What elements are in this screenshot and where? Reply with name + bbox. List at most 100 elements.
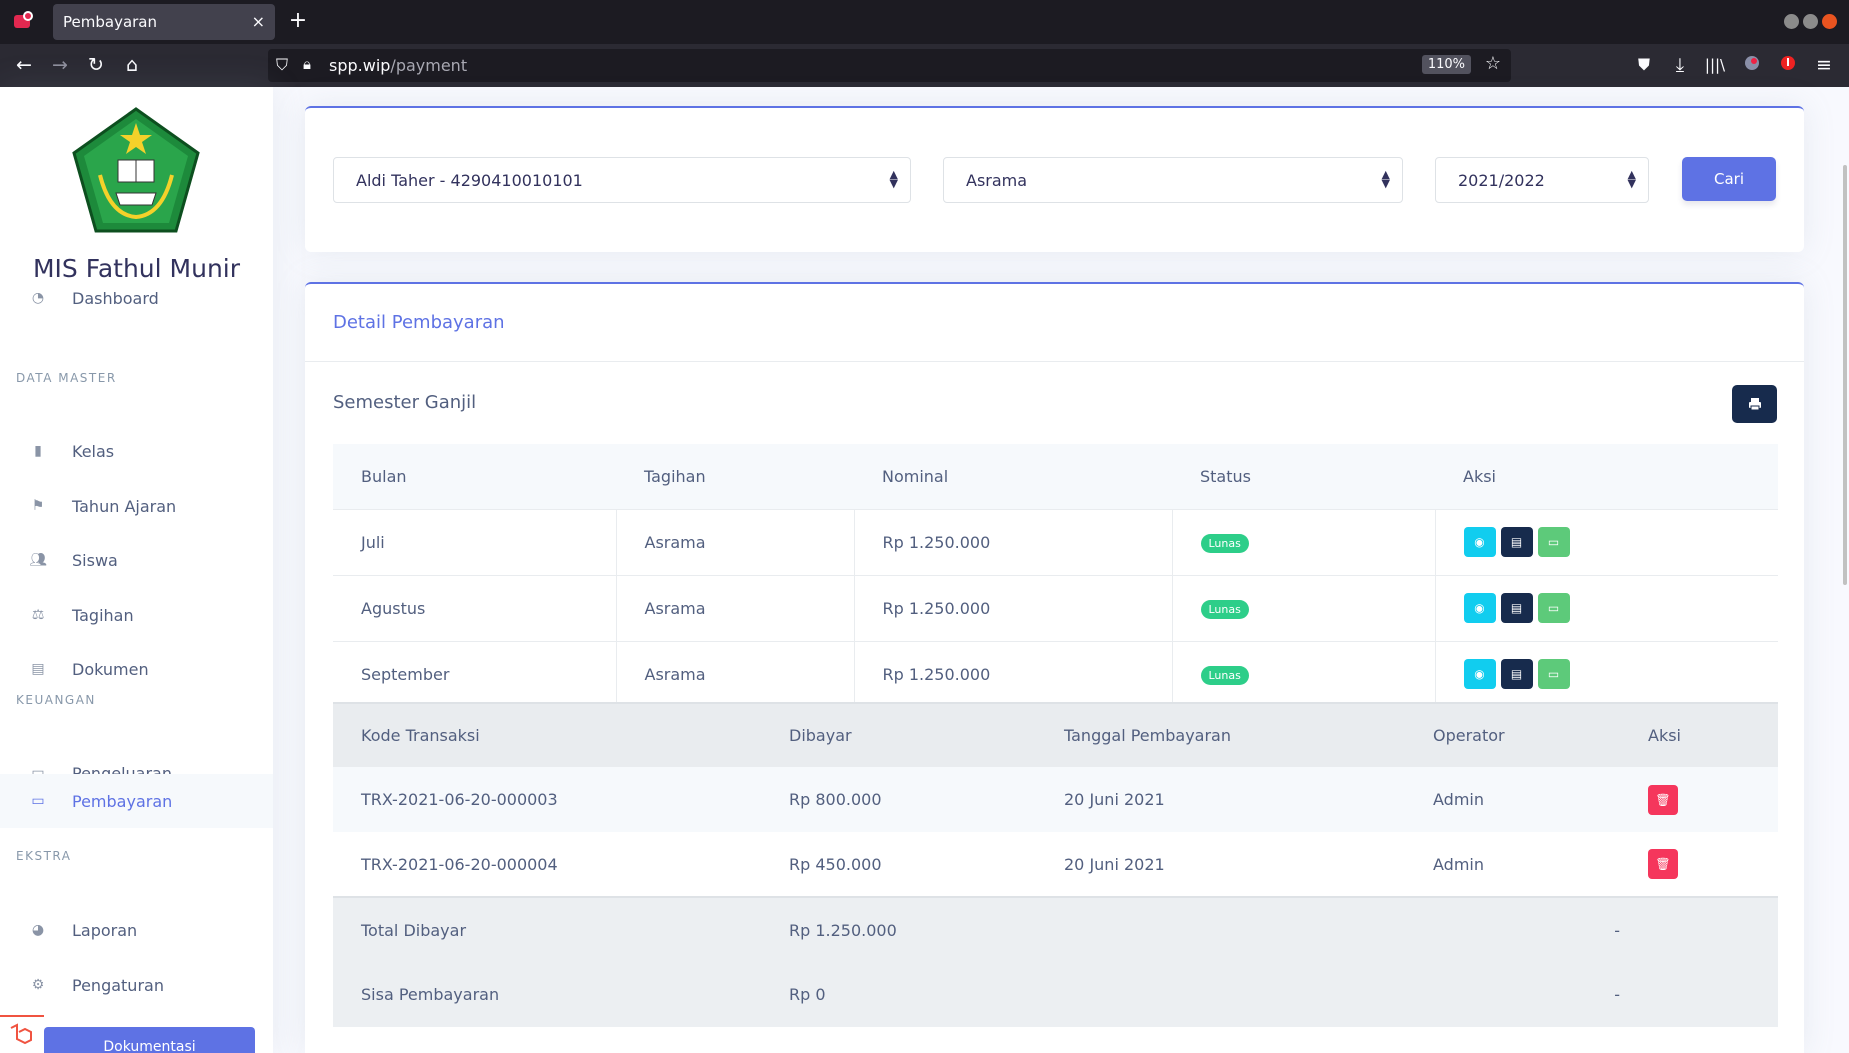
month-cell: September — [333, 640, 616, 707]
bill-table-header: Bulan Tagihan Nominal Status Aksi — [333, 444, 1778, 509]
browser-tab[interactable]: Pembayaran × — [53, 4, 275, 40]
transaction-table: Kode Transaksi Dibayar Tanggal Pembayara… — [333, 702, 1778, 1027]
print-icon: ▤ — [1510, 535, 1523, 549]
sidebar-item-laporan[interactable]: ◕ Laporan — [0, 903, 273, 957]
transaction-code-cell: TRX-2021-06-20-000003 — [333, 767, 761, 832]
student-select[interactable]: Aldi Taher - 4290410010101 ▲ ▼ — [333, 157, 911, 203]
column-header: Nominal — [854, 444, 1172, 509]
pay-button[interactable]: ▭ — [1537, 527, 1570, 557]
trash-icon: 🗑︎ — [1655, 792, 1671, 807]
print-button[interactable]: ▤ — [1500, 659, 1533, 690]
close-window-icon[interactable] — [1822, 14, 1837, 29]
column-header: Kode Transaksi — [333, 702, 761, 767]
view-button[interactable]: ◉ — [1463, 527, 1496, 557]
money-bill-icon: ▭ — [31, 793, 45, 809]
bookmark-star-icon[interactable]: ☆ — [1485, 53, 1501, 74]
page-scrollbar[interactable] — [1843, 165, 1847, 585]
money-bill-icon: ▭ — [1547, 667, 1560, 682]
download-icon[interactable]: ⤓ — [1667, 52, 1693, 78]
url-bar[interactable]: ⛉ 🔒︎ spp.wip/payment 110% ☆ — [268, 49, 1511, 82]
eye-icon: ◉ — [1474, 535, 1485, 549]
column-header: Aksi — [1620, 702, 1778, 767]
empty-cell — [1620, 962, 1778, 1027]
extension-icon[interactable] — [1739, 52, 1765, 78]
sidebar-item-pengaturan[interactable]: ⚙ Pengaturan — [0, 958, 273, 1012]
shield-icon[interactable]: ⛉ — [276, 55, 288, 75]
bill-cell: Asrama — [615, 574, 854, 641]
view-button[interactable]: ◉ — [1463, 593, 1496, 623]
documentation-button[interactable]: Dokumentasi — [44, 1027, 255, 1053]
table-row: Agustus Asrama Rp 1.250.000 Lunas ◉ ▤ ▭ — [333, 574, 1778, 641]
action-cell: 🗑︎ — [1620, 767, 1778, 832]
tab-close-icon[interactable]: × — [252, 12, 265, 31]
print-semester-button[interactable] — [1732, 385, 1777, 423]
remaining-row: Sisa Pembayaran Rp 0 - — [333, 962, 1778, 1027]
sidebar-item-pembayaran[interactable]: ▭ Pembayaran — [0, 774, 273, 828]
sidebar-item-label: Siswa — [72, 550, 118, 570]
school-logo — [72, 107, 200, 233]
document-icon: ▤ — [31, 661, 45, 677]
back-icon[interactable]: ← — [11, 52, 37, 78]
table-row: September Asrama Rp 1.250.000 Lunas ◉ ▤ ▭ — [333, 640, 1778, 707]
sidebar-item-label: Pengaturan — [72, 975, 164, 995]
bill-type-select[interactable]: Asrama ▲ ▼ — [943, 157, 1403, 203]
lock-icon[interactable]: 🔒︎ — [303, 55, 311, 73]
url-text[interactable]: spp.wip/payment — [329, 56, 467, 75]
year-select[interactable]: 2021/2022 ▲ ▼ — [1435, 157, 1649, 203]
status-cell: Lunas — [1171, 508, 1435, 575]
status-cell: Lunas — [1171, 640, 1435, 707]
money-bill-icon: ▭ — [1547, 535, 1560, 549]
app-menu-icon[interactable] — [12, 10, 34, 32]
reload-icon[interactable]: ↻ — [83, 52, 109, 78]
window-controls — [1784, 14, 1837, 29]
zoom-level[interactable]: 110% — [1421, 55, 1471, 74]
total-dash: - — [1036, 896, 1620, 962]
sidebar-item-dokumen[interactable]: ▤ Dokumen — [0, 642, 273, 696]
sidebar-item-siswa[interactable]: 👥︎ Siswa — [0, 533, 273, 587]
bill-cell: Asrama — [615, 508, 854, 575]
paid-cell: Rp 800.000 — [761, 767, 1036, 832]
home-icon[interactable]: ⌂ — [119, 52, 145, 78]
column-header: Tanggal Pembayaran — [1036, 702, 1405, 767]
building-icon: ▮ — [34, 443, 42, 459]
remaining-dash: - — [1036, 962, 1620, 1027]
remaining-label: Sisa Pembayaran — [333, 962, 761, 1027]
library-icon[interactable]: |||\ — [1702, 52, 1728, 78]
column-header: Tagihan — [616, 444, 854, 509]
column-header: Bulan — [333, 444, 616, 509]
sidebar-item-kelas[interactable]: ▮ Kelas — [0, 424, 273, 478]
maximize-icon[interactable] — [1803, 14, 1818, 29]
browser-tab-bar: Pembayaran × + — [0, 0, 1849, 44]
laravel-debugbar-icon[interactable] — [0, 1015, 44, 1053]
delete-button[interactable]: 🗑︎ — [1648, 784, 1678, 815]
search-button[interactable]: Cari — [1682, 157, 1776, 201]
pay-button[interactable]: ▭ — [1537, 659, 1570, 690]
view-button[interactable]: ◉ — [1463, 659, 1496, 690]
new-tab-button[interactable]: + — [288, 8, 308, 33]
action-cell: ◉ ▤ ▭ — [1434, 574, 1778, 641]
pay-button[interactable]: ▭ — [1537, 593, 1570, 623]
sidebar-item-label: Pembayaran — [72, 791, 173, 811]
addon-icon[interactable] — [1775, 52, 1801, 78]
users-icon: 👥︎ — [29, 552, 47, 568]
browser-nav-bar: ← → ↻ ⌂ ⛉ 🔒︎ spp.wip/payment 110% ☆ ⛊ ⤓ … — [0, 44, 1849, 87]
minimize-icon[interactable] — [1784, 14, 1799, 29]
menu-icon[interactable]: ≡ — [1811, 52, 1837, 78]
delete-button[interactable]: 🗑︎ — [1648, 849, 1678, 879]
bill-cell: Asrama — [615, 640, 854, 707]
print-icon: ▤ — [1510, 667, 1523, 682]
sidebar-item-tagihan[interactable]: ⚖ Tagihan — [0, 588, 273, 642]
eye-icon: ◉ — [1474, 667, 1485, 682]
sidebar-item-tahun-ajaran[interactable]: ⚑ Tahun Ajaran — [0, 479, 273, 533]
gear-icon: ⚙ — [31, 977, 45, 993]
operator-cell: Admin — [1405, 767, 1620, 832]
column-header: Dibayar — [761, 702, 1036, 767]
print-button[interactable]: ▤ — [1500, 527, 1533, 557]
date-cell: 20 Juni 2021 — [1064, 854, 1165, 874]
status-badge: Lunas — [1200, 533, 1249, 553]
pocket-icon[interactable]: ⛊ — [1631, 52, 1657, 78]
print-button[interactable]: ▤ — [1500, 593, 1533, 623]
sidebar-item-dashboard[interactable]: ◔ Dashboard — [0, 271, 273, 325]
total-row: Total Dibayar Rp 1.250.000 - — [333, 896, 1778, 962]
forward-icon[interactable]: → — [47, 52, 73, 78]
